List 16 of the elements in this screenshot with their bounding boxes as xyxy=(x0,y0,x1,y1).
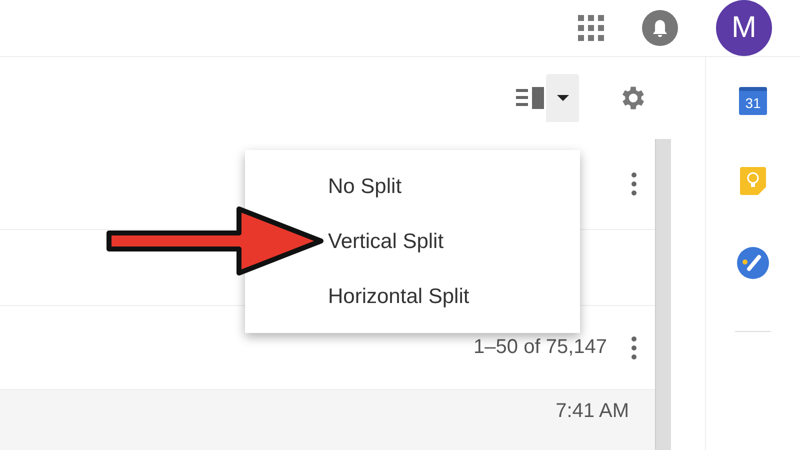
menu-item[interactable]: Vertical Split xyxy=(328,219,444,264)
scrollbar[interactable] xyxy=(655,139,671,450)
bell-icon[interactable] xyxy=(642,10,678,46)
pagination-text: 1–50 of 75,147 xyxy=(474,336,607,359)
split-pane-icon[interactable] xyxy=(516,87,546,109)
menu-item[interactable]: Horizontal Split xyxy=(328,274,470,319)
tasks-icon[interactable] xyxy=(737,247,769,279)
split-dropdown-button[interactable] xyxy=(546,74,579,122)
email-time: 7:41 AM xyxy=(556,400,629,423)
avatar[interactable]: M xyxy=(716,0,772,56)
caret-icon xyxy=(556,95,568,101)
apps-grid-icon[interactable] xyxy=(578,15,604,41)
menu-item[interactable]: No Split xyxy=(328,164,402,209)
more-icon[interactable] xyxy=(631,172,637,196)
more-icon[interactable] xyxy=(631,336,637,360)
calendar-icon[interactable]: 31 xyxy=(739,87,767,115)
